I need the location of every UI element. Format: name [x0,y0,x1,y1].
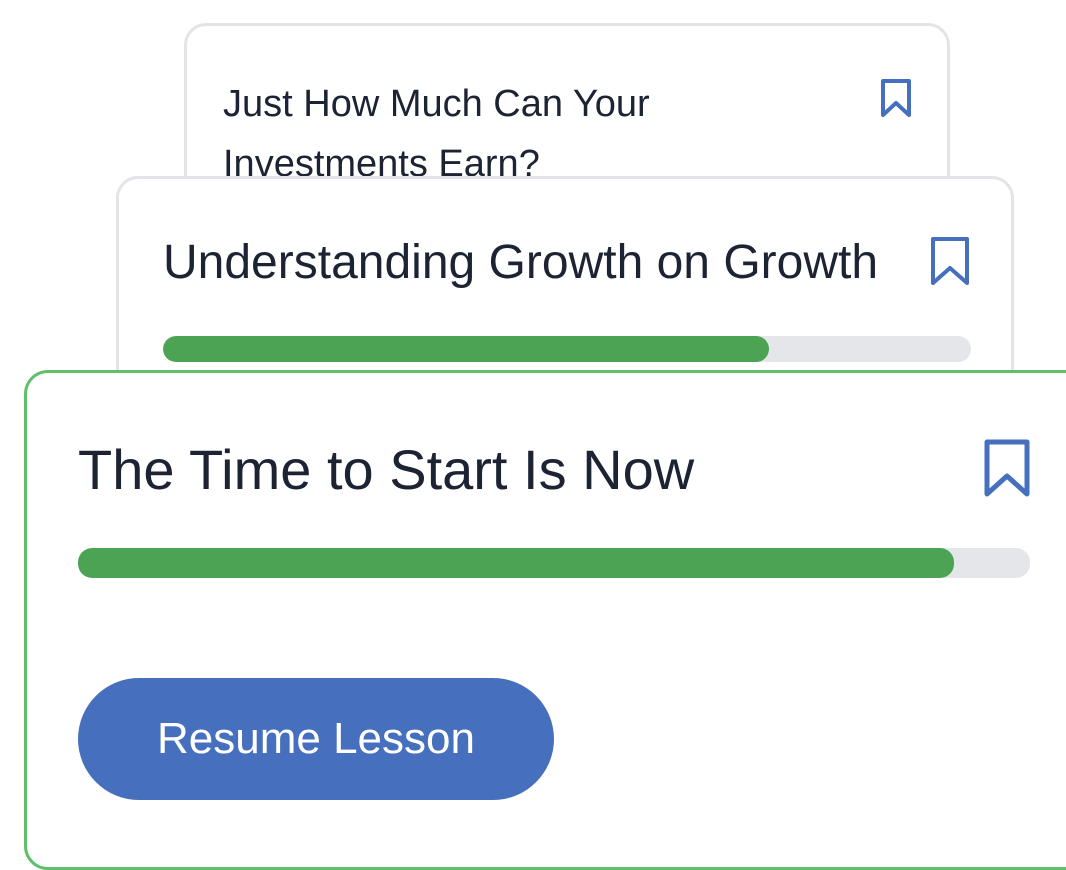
bookmark-icon[interactable] [880,78,912,118]
bookmark-icon[interactable] [983,438,1031,498]
lesson-title: The Time to Start Is Now [78,438,695,501]
lesson-progress-fill [78,548,954,578]
lesson-card-time-to-start[interactable]: The Time to Start Is Now Resume Lesson [24,370,1066,870]
lesson-progress-bar [78,548,1030,578]
lesson-progress-fill [163,336,769,362]
lesson-progress-bar [163,336,971,362]
bookmark-icon[interactable] [930,236,970,286]
lesson-title: Understanding Growth on Growth [163,236,879,289]
resume-lesson-button[interactable]: Resume Lesson [78,678,554,800]
